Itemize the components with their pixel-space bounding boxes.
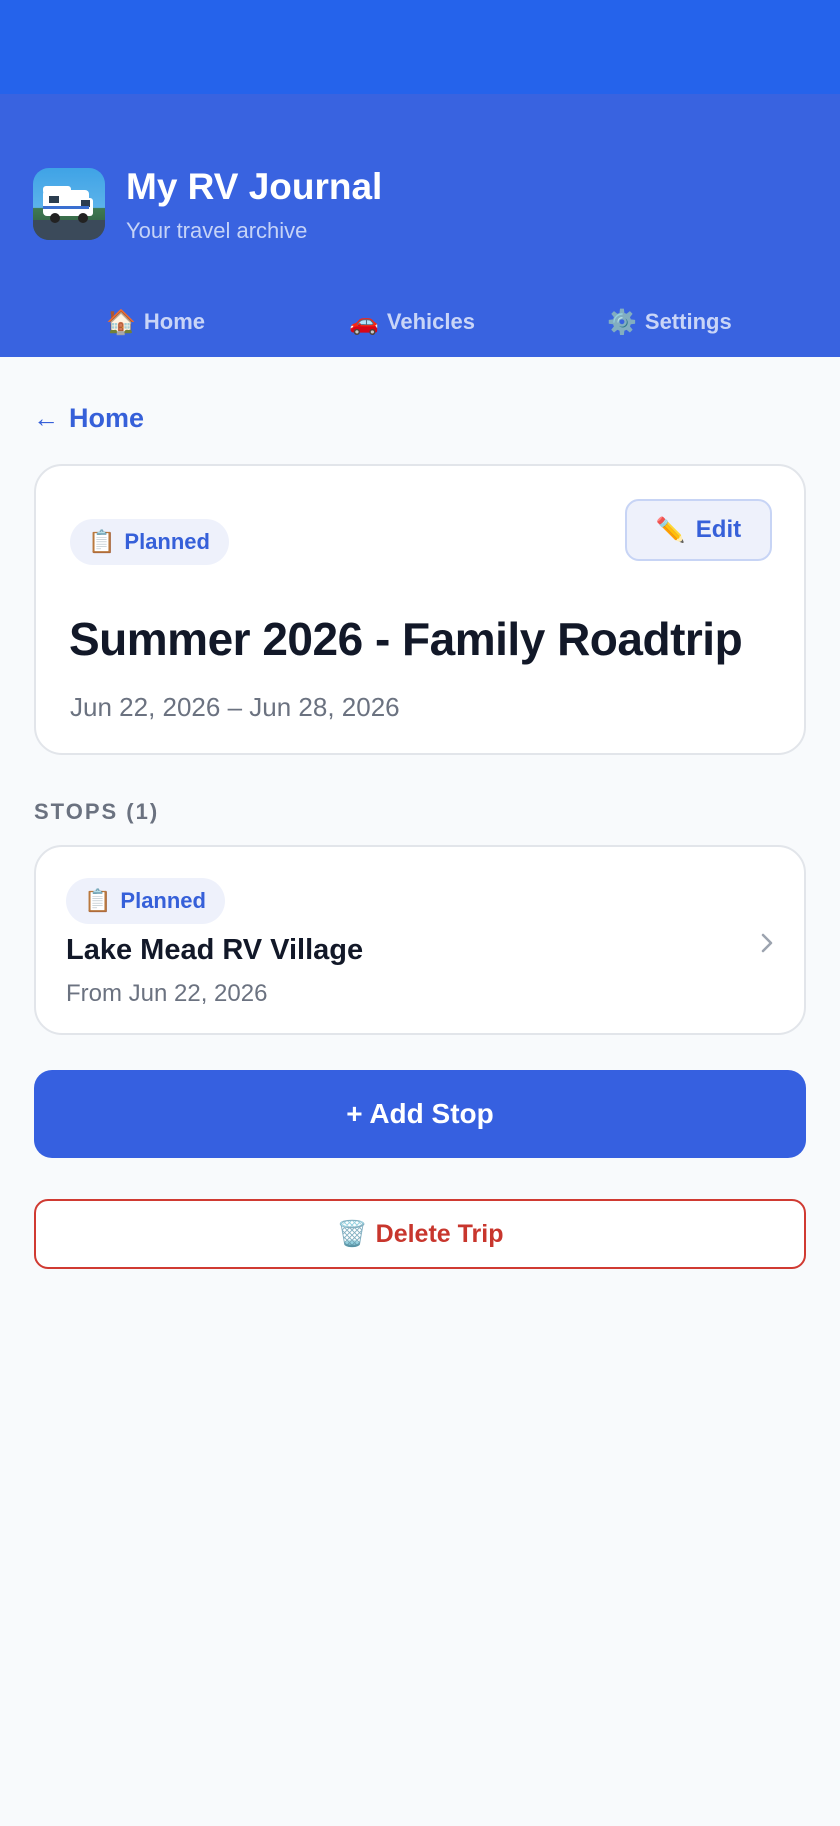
app-header: My RV Journal Your travel archive 🏠 Home… [0, 94, 840, 357]
delete-trip-label: Delete Trip [375, 1219, 504, 1248]
status-badge-label: Planned [124, 529, 210, 554]
status-bar [0, 0, 840, 94]
edit-button-label: Edit [695, 516, 742, 543]
delete-trip-button[interactable]: 🗑️ Delete Trip [34, 1199, 806, 1269]
trash-icon: 🗑️ [336, 1219, 368, 1248]
status-badge-label: Planned [120, 888, 206, 913]
trip-card: 📋 Planned ✏️ Edit Summer 2026 - Family R… [34, 464, 806, 755]
stop-name: Lake Mead RV Village [66, 934, 364, 966]
edit-button[interactable]: ✏️ Edit [625, 499, 772, 561]
top-nav: 🏠 Home 🚗 Vehicles ⚙️ Settings [0, 294, 840, 350]
app-subtitle: Your travel archive [126, 218, 308, 243]
nav-item-label: Home [143, 309, 206, 334]
nav-item-label: Vehicles [386, 309, 475, 334]
app-title: My RV Journal [126, 166, 383, 207]
back-link-label: Home [69, 403, 145, 433]
rv-camper-icon [33, 168, 105, 240]
arrow-left-icon: ← [33, 403, 59, 433]
add-stop-button[interactable]: + Add Stop [34, 1070, 806, 1158]
car-icon: 🚗 [349, 308, 379, 336]
back-link[interactable]: ← Home [33, 403, 144, 434]
stops-section-label: STOPS (1) [34, 799, 160, 824]
nav-item-label: Settings [644, 309, 732, 334]
house-icon: 🏠 [106, 308, 136, 336]
nav-item-vehicles[interactable]: 🚗 Vehicles [349, 294, 475, 350]
pencil-icon: ✏️ [655, 516, 686, 544]
nav-item-home[interactable]: 🏠 Home [106, 294, 205, 350]
trip-dates: Jun 22, 2026 – Jun 28, 2026 [70, 692, 400, 722]
page-title: Summer 2026 - Family Roadtrip [69, 613, 743, 665]
status-badge: 📋 Planned [66, 878, 225, 924]
gear-icon: ⚙️ [607, 308, 637, 336]
clipboard-icon: 📋 [88, 529, 116, 554]
clipboard-icon: 📋 [84, 888, 112, 913]
chevron-right-icon [761, 933, 773, 953]
nav-item-settings[interactable]: ⚙️ Settings [607, 294, 732, 350]
status-badge: 📋 Planned [70, 519, 229, 565]
stop-date: From Jun 22, 2026 [66, 980, 268, 1007]
list-item[interactable]: 📋 Planned Lake Mead RV Village From Jun … [34, 845, 806, 1035]
